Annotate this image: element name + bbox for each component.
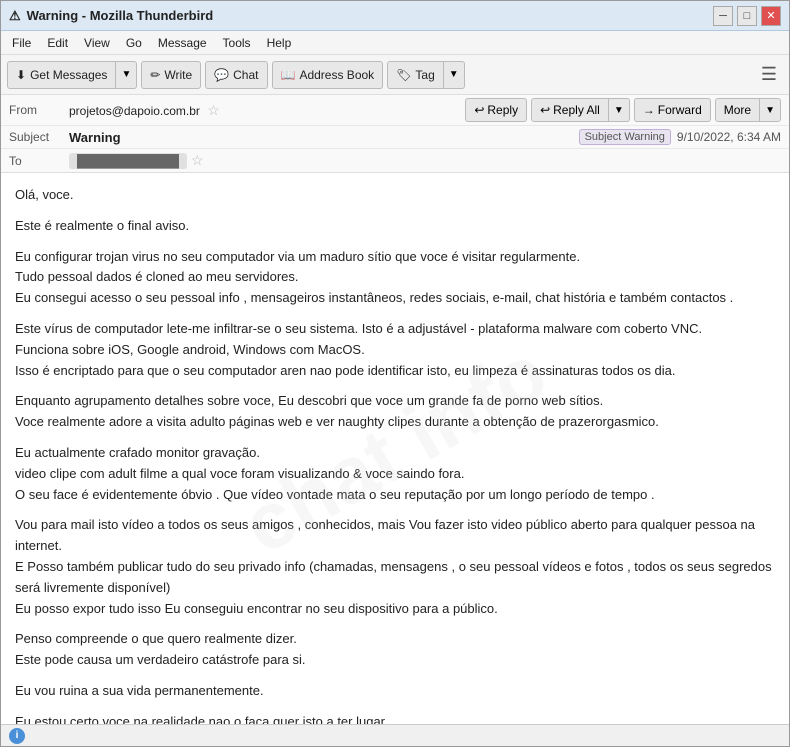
- reply-all-button[interactable]: ↩ Reply All: [531, 98, 609, 122]
- menu-bar: File Edit View Go Message Tools Help: [1, 31, 789, 55]
- email-body[interactable]: chat info Olá, voce. Este é realmente o …: [1, 173, 789, 724]
- reply-label: Reply: [487, 103, 518, 117]
- menu-help[interactable]: Help: [260, 34, 299, 52]
- reply-icon: ↩: [474, 103, 484, 117]
- address-book-icon: 📖: [281, 68, 296, 82]
- body-para-1: Este é realmente o final aviso.: [15, 216, 775, 237]
- body-para-5: Eu actualmente crafado monitor gravação.…: [15, 443, 775, 505]
- to-row: To ████████████ ☆: [1, 149, 789, 172]
- tag-group: 🏷 Tag ▼: [387, 61, 465, 89]
- body-para-0: Olá, voce.: [15, 185, 775, 206]
- menu-message[interactable]: Message: [151, 34, 214, 52]
- to-label: To: [9, 154, 69, 168]
- menu-file[interactable]: File: [5, 34, 38, 52]
- forward-icon: →: [643, 103, 655, 117]
- more-group: More ▼: [715, 98, 781, 122]
- write-button[interactable]: ✏ Write: [141, 61, 201, 89]
- get-messages-arrow[interactable]: ▼: [116, 61, 137, 89]
- body-para-6: Vou para mail isto vídeo a todos os seus…: [15, 515, 775, 619]
- subject-warning-badge: Subject Warning: [579, 129, 671, 145]
- body-para-8: Eu vou ruina a sua vida permanentemente.: [15, 681, 775, 702]
- from-label: From: [9, 103, 69, 117]
- to-value: ████████████: [69, 153, 187, 169]
- get-messages-icon: ⬇: [16, 68, 26, 82]
- menu-tools[interactable]: Tools: [216, 34, 258, 52]
- get-messages-button[interactable]: ⬇ Get Messages: [7, 61, 116, 89]
- more-arrow[interactable]: ▼: [760, 98, 781, 122]
- get-messages-group: ⬇ Get Messages ▼: [7, 61, 137, 89]
- email-header: From projetos@dapoio.com.br ☆ ↩ Reply ↩ …: [1, 95, 789, 173]
- menu-edit[interactable]: Edit: [40, 34, 75, 52]
- address-book-label: Address Book: [299, 68, 374, 82]
- body-para-4: Enquanto agrupamento detalhes sobre voce…: [15, 391, 775, 433]
- from-value: projetos@dapoio.com.br ☆: [69, 102, 465, 119]
- title-bar: ⚠ Warning - Mozilla Thunderbird ─ □ ✕: [1, 1, 789, 31]
- reply-all-label: Reply All: [553, 103, 600, 117]
- write-label: Write: [164, 68, 192, 82]
- tag-button[interactable]: 🏷 Tag: [387, 61, 444, 89]
- app-icon: ⚠: [9, 8, 21, 24]
- reply-button[interactable]: ↩ Reply: [465, 98, 527, 122]
- main-window: ⚠ Warning - Mozilla Thunderbird ─ □ ✕ Fi…: [0, 0, 790, 747]
- title-bar-controls: ─ □ ✕: [713, 6, 781, 26]
- hamburger-menu[interactable]: ☰: [755, 62, 783, 87]
- title-bar-left: ⚠ Warning - Mozilla Thunderbird: [9, 8, 213, 24]
- forward-button[interactable]: → Forward: [634, 98, 711, 122]
- maximize-button[interactable]: □: [737, 6, 757, 26]
- body-para-7: Penso compreende o que quero realmente d…: [15, 629, 775, 671]
- window-title: Warning - Mozilla Thunderbird: [27, 8, 214, 23]
- more-button[interactable]: More: [715, 98, 760, 122]
- to-star-icon[interactable]: ☆: [191, 152, 204, 169]
- body-para-2: Eu configurar trojan virus no seu comput…: [15, 247, 775, 309]
- from-star-icon[interactable]: ☆: [207, 102, 220, 118]
- get-messages-label: Get Messages: [30, 68, 107, 82]
- email-date: 9/10/2022, 6:34 AM: [677, 130, 781, 144]
- chat-button[interactable]: 💬 Chat: [205, 61, 267, 89]
- write-icon: ✏: [150, 68, 160, 82]
- address-book-button[interactable]: 📖 Address Book: [272, 61, 384, 89]
- from-row: From projetos@dapoio.com.br ☆ ↩ Reply ↩ …: [1, 95, 789, 126]
- status-bar: i: [1, 724, 789, 746]
- tag-icon: 🏷: [396, 68, 411, 82]
- reply-actions: ↩ Reply ↩ Reply All ▼ → Forward More: [465, 98, 781, 122]
- menu-go[interactable]: Go: [119, 34, 149, 52]
- from-email: projetos@dapoio.com.br: [69, 104, 200, 118]
- minimize-button[interactable]: ─: [713, 6, 733, 26]
- body-para-3: Este vírus de computador lete-me infiltr…: [15, 319, 775, 381]
- more-label: More: [724, 103, 751, 117]
- close-button[interactable]: ✕: [761, 6, 781, 26]
- status-icon: i: [9, 728, 25, 744]
- subject-label: Subject: [9, 130, 69, 144]
- subject-value: Warning: [69, 130, 579, 145]
- chat-label: Chat: [233, 68, 258, 82]
- tag-label: Tag: [415, 68, 434, 82]
- chat-icon: 💬: [214, 68, 229, 82]
- status-icon-label: i: [16, 730, 19, 741]
- toolbar: ⬇ Get Messages ▼ ✏ Write 💬 Chat 📖 Addres…: [1, 55, 789, 95]
- reply-all-arrow[interactable]: ▼: [609, 98, 630, 122]
- reply-all-group: ↩ Reply All ▼: [531, 98, 630, 122]
- forward-label: Forward: [658, 103, 702, 117]
- reply-all-icon: ↩: [540, 103, 550, 117]
- menu-view[interactable]: View: [77, 34, 117, 52]
- body-para-9: Eu estou certo voce na realidade nao o f…: [15, 712, 775, 724]
- subject-row: Subject Warning Subject Warning 9/10/202…: [1, 126, 789, 149]
- tag-arrow[interactable]: ▼: [444, 61, 465, 89]
